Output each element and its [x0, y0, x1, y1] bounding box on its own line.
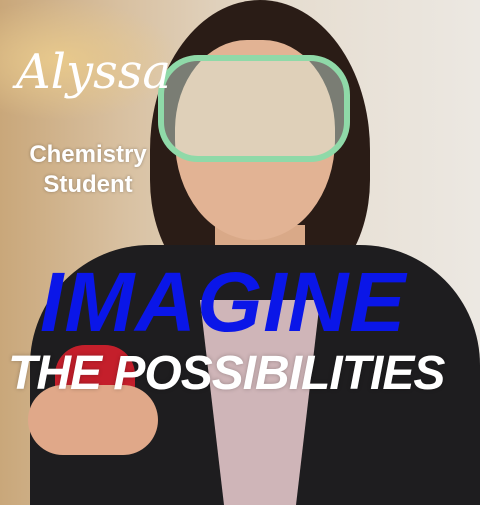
student-name: Alyssa — [16, 44, 172, 100]
role-line-1: Chemistry — [29, 141, 147, 168]
safety-goggles — [158, 55, 350, 162]
student-role: Chemistry Student — [18, 140, 158, 200]
subheadline: THE POSSIBILITIES — [8, 347, 445, 400]
role-line-2: Student — [43, 171, 133, 198]
headline: IMAGINE — [40, 255, 407, 349]
